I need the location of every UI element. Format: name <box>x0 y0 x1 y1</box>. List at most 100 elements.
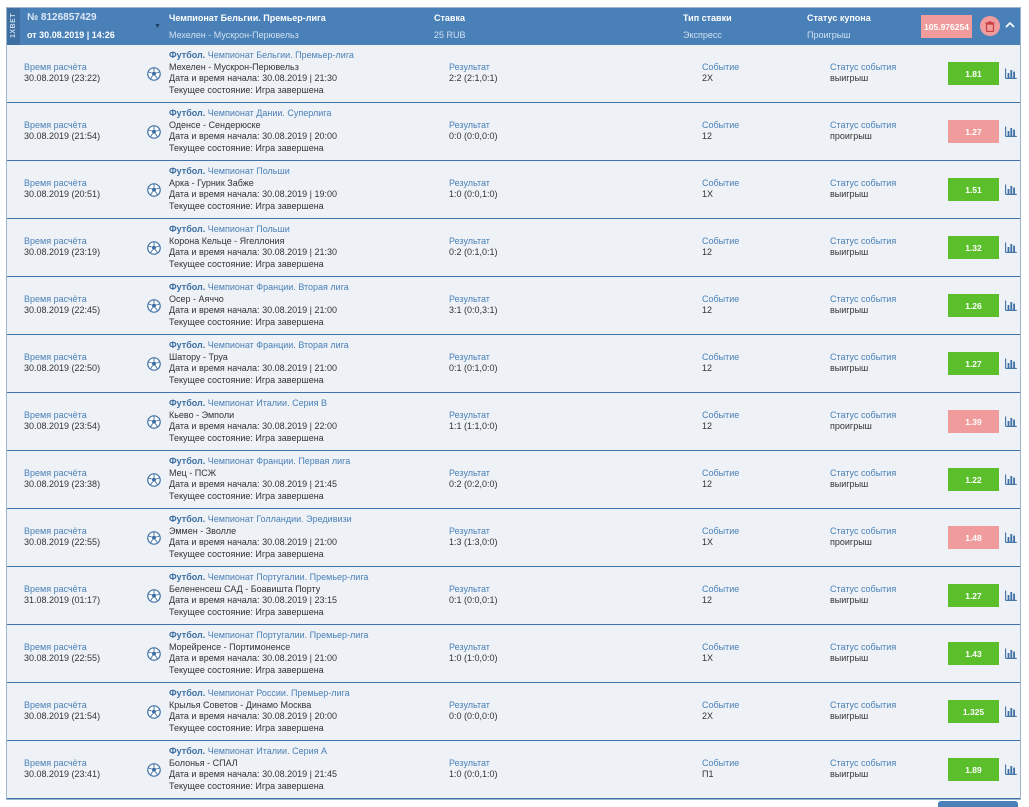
bar-chart-icon[interactable] <box>1005 126 1017 137</box>
state-value: Игра завершена <box>255 200 324 211</box>
event-block: Событие 2X <box>702 700 739 722</box>
start-value: 30.08.2019 | 21:00 <box>262 537 337 547</box>
bar-chart-icon[interactable] <box>1005 184 1017 195</box>
state-value: Игра завершена <box>255 606 324 617</box>
state-value: Игра завершена <box>255 722 324 733</box>
event-status-block: Статус события выигрыш <box>830 236 896 258</box>
match-state-line: Текущее состояние: Игра завершена <box>169 549 352 561</box>
match-teams: Шатору - Труа <box>169 351 228 362</box>
calc-time-value: 30.08.2019 (22:55) <box>24 537 101 547</box>
event-row: Время расчёта 30.08.2019 (23:54) Футбол.… <box>7 393 1020 451</box>
league-name: Чемпионат Голландии. Эредивизи <box>207 514 352 524</box>
result-value: 0:0 (0:0,0:0) <box>449 711 498 721</box>
bar-chart-icon[interactable] <box>1005 648 1017 659</box>
football-icon <box>147 67 161 81</box>
result-value: 1:0 (1:0,0:0) <box>449 653 498 663</box>
odds-badge: 1.81 <box>948 62 999 85</box>
calc-time-value: 30.08.2019 (22:55) <box>24 653 101 663</box>
event-block: Событие 12 <box>702 294 739 316</box>
odds-badge: 1.51 <box>948 178 999 201</box>
match-league-line: Футбол. Чемпионат Франции. Вторая лига <box>169 340 349 352</box>
result-value: 0:2 (0:2,0:0) <box>449 479 498 489</box>
result-block: Результат 1:1 (1:1,0:0) <box>449 410 498 432</box>
odds-badge: 1.22 <box>948 468 999 491</box>
match-start-line: Дата и время начала: 30.08.2019 | 21:00 <box>169 305 349 317</box>
start-value: 30.08.2019 | 22:00 <box>262 421 337 431</box>
calc-time-label: Время расчёта <box>24 352 87 362</box>
bar-chart-icon[interactable] <box>1005 416 1017 427</box>
event-block: Событие 12 <box>702 352 739 374</box>
bar-chart-icon[interactable] <box>1005 706 1017 717</box>
football-icon <box>147 415 161 429</box>
football-icon <box>147 183 161 197</box>
calc-time-block: Время расчёта 30.08.2019 (23:41) <box>24 758 100 780</box>
event-status-block: Статус события проигрыш <box>830 410 896 432</box>
calc-time-block: Время расчёта 30.08.2019 (22:55) <box>24 642 100 664</box>
calc-time-block: Время расчёта 30.08.2019 (22:45) <box>24 294 100 316</box>
event-status-value: проигрыш <box>830 131 872 141</box>
bottom-action-button[interactable] <box>938 801 1018 807</box>
event-block: Событие П1 <box>702 758 739 780</box>
calc-time-value: 30.08.2019 (23:38) <box>24 479 101 489</box>
calc-time-block: Время расчёта 31.08.2019 (01:17) <box>24 584 100 606</box>
bar-chart-icon[interactable] <box>1005 300 1017 311</box>
start-label: Дата и время начала: <box>169 189 260 199</box>
match-start-line: Дата и время начала: 30.08.2019 | 21:00 <box>169 363 349 375</box>
match-teams: Осер - Аяччо <box>169 293 224 304</box>
match-state-line: Текущее состояние: Игра завершена <box>169 85 354 97</box>
coupon-number: № 8126857429 <box>27 12 97 23</box>
state-value: Игра завершена <box>255 258 324 269</box>
result-value: 1:0 (0:0,1:0) <box>449 189 498 199</box>
event-label: Событие <box>702 584 740 594</box>
chevron-up-icon[interactable] <box>1004 19 1016 31</box>
event-value: 2X <box>702 73 714 83</box>
state-value: Игра завершена <box>255 490 324 501</box>
start-value: 30.08.2019 | 21:00 <box>262 305 337 315</box>
sport-label: Футбол. <box>169 746 206 756</box>
header-league: Чемпионат Бельгии. Премьер-лига <box>169 13 326 23</box>
state-value: Игра завершена <box>255 780 324 791</box>
bar-chart-icon[interactable] <box>1005 764 1017 775</box>
result-label: Результат <box>449 526 490 536</box>
football-icon <box>147 125 161 139</box>
league-name: Чемпионат Португалии. Премьер-лига <box>207 572 369 582</box>
event-row: Время расчёта 30.08.2019 (21:54) Футбол.… <box>7 683 1020 741</box>
event-status-block: Статус события выигрыш <box>830 642 896 664</box>
state-value: Игра завершена <box>255 548 324 559</box>
state-value: Игра завершена <box>255 316 324 327</box>
match-start-line: Дата и время начала: 30.08.2019 | 22:00 <box>169 421 337 433</box>
sport-label: Футбол. <box>169 514 206 524</box>
calc-time-label: Время расчёта <box>24 468 87 478</box>
match-league-line: Футбол. Чемпионат Польши <box>169 166 337 178</box>
event-status-block: Статус события выигрыш <box>830 62 896 84</box>
match-state-line: Текущее состояние: Игра завершена <box>169 317 349 329</box>
odds-badge: 1.32 <box>948 236 999 259</box>
match-info-block: Футбол. Чемпионат Франции. Вторая лига О… <box>169 282 349 328</box>
state-label: Текущее состояние: <box>169 374 253 385</box>
bar-chart-icon[interactable] <box>1005 474 1017 485</box>
league-name: Чемпионат Франции. Вторая лига <box>207 340 349 350</box>
result-block: Результат 1:0 (1:0,0:0) <box>449 642 498 664</box>
bar-chart-icon[interactable] <box>1005 358 1017 369</box>
coupon-header[interactable]: 1XBET № 8126857429 от 30.08.2019 | 14:26… <box>7 8 1020 45</box>
event-label: Событие <box>702 178 740 188</box>
event-label: Событие <box>702 758 740 768</box>
event-value: 1X <box>702 537 714 547</box>
match-league-line: Футбол. Чемпионат Бельгии. Премьер-лига <box>169 50 354 62</box>
calc-time-block: Время расчёта 30.08.2019 (22:50) <box>24 352 100 374</box>
bar-chart-icon[interactable] <box>1005 68 1017 79</box>
event-status-label: Статус события <box>830 236 897 246</box>
result-label: Результат <box>449 700 490 710</box>
bar-chart-icon[interactable] <box>1005 590 1017 601</box>
bar-chart-icon[interactable] <box>1005 532 1017 543</box>
delete-coupon-button[interactable] <box>980 16 1000 36</box>
football-icon <box>147 589 161 603</box>
match-info-block: Футбол. Чемпионат Франции. Вторая лига Ш… <box>169 340 349 386</box>
event-label: Событие <box>702 236 740 246</box>
state-label: Текущее состояние: <box>169 432 253 443</box>
caret-down-icon[interactable]: ▼ <box>154 23 161 30</box>
event-block: Событие 12 <box>702 236 739 258</box>
header-match: Мехелен - Мускрон-Перювельз <box>169 30 299 40</box>
bar-chart-icon[interactable] <box>1005 242 1017 253</box>
result-block: Результат 1:0 (0:0,1:0) <box>449 178 498 200</box>
